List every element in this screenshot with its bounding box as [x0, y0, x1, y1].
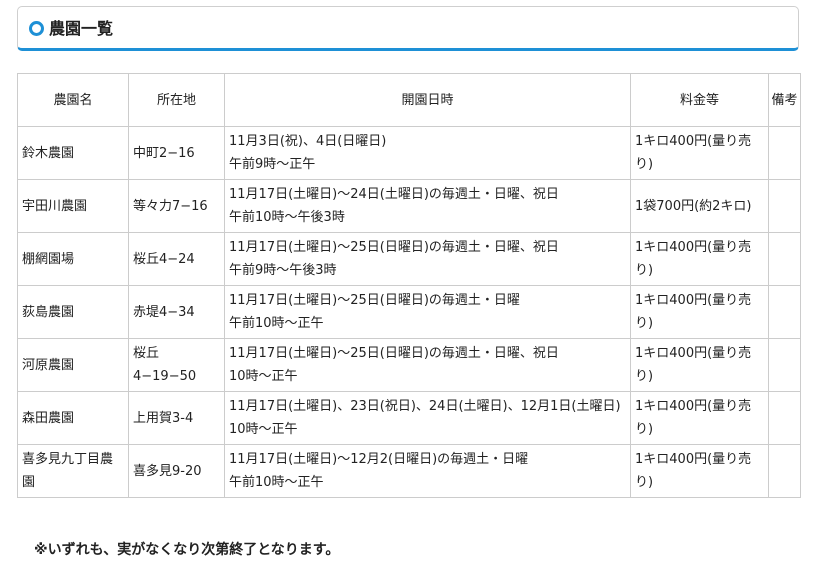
open-dates-text: 11月3日(祝)、4日(日曜日)	[229, 134, 387, 149]
cell-remarks	[768, 338, 801, 392]
cell-fee: 1キロ400円(量り売り)	[630, 338, 769, 392]
cell-open-dates: 11月17日(土曜日)〜24日(土曜日)の毎週土・日曜、祝日 午前10時〜午後3時	[224, 179, 631, 233]
header-location: 所在地	[128, 73, 225, 127]
cell-remarks	[768, 126, 801, 180]
cell-remarks	[768, 179, 801, 233]
cell-location: 桜丘4−24	[128, 232, 225, 286]
cell-fee: 1袋700円(約2キロ)	[630, 179, 769, 233]
cell-location: 等々力7−16	[128, 179, 225, 233]
header-remarks: 備考	[768, 73, 801, 127]
cell-fee: 1キロ400円(量り売り)	[630, 285, 769, 339]
table-row: 森田農園 上用賀3-4 11月17日(土曜日)、23日(祝日)、24日(土曜日)…	[17, 391, 801, 445]
header-fee: 料金等	[630, 73, 769, 127]
open-hours-text: 午前10時〜正午	[229, 316, 324, 331]
cell-remarks	[768, 285, 801, 339]
open-dates-text: 11月17日(土曜日)〜24日(土曜日)の毎週土・日曜、祝日	[229, 187, 559, 202]
open-dates-text: 11月17日(土曜日)〜25日(日曜日)の毎週土・日曜、祝日	[229, 240, 559, 255]
circle-bullet-icon	[29, 21, 44, 36]
table-row: 棚網園場 桜丘4−24 11月17日(土曜日)〜25日(日曜日)の毎週土・日曜、…	[17, 232, 801, 286]
open-hours-text: 午前10時〜午後3時	[229, 210, 345, 225]
cell-location: 中町2−16	[128, 126, 225, 180]
cell-open-dates: 11月17日(土曜日)〜25日(日曜日)の毎週土・日曜 午前10時〜正午	[224, 285, 631, 339]
cell-location: 喜多見9-20	[128, 444, 225, 498]
cell-farm-name: 宇田川農園	[17, 179, 129, 233]
cell-farm-name: 荻島農園	[17, 285, 129, 339]
header-farm-name: 農園名	[17, 73, 129, 127]
cell-fee: 1キロ400円(量り売り)	[630, 444, 769, 498]
open-hours-text: 午前10時〜正午	[229, 475, 324, 490]
cell-location: 上用賀3-4	[128, 391, 225, 445]
section-title: 農園一覧	[49, 19, 114, 38]
open-hours-text: 10時〜正午	[229, 369, 298, 384]
cell-farm-name: 棚網園場	[17, 232, 129, 286]
table-header-row: 農園名 所在地 開園日時 料金等 備考	[17, 73, 801, 127]
cell-open-dates: 11月17日(土曜日)〜12月2(日曜日)の毎週土・日曜 午前10時〜正午	[224, 444, 631, 498]
cell-fee: 1キロ400円(量り売り)	[630, 126, 769, 180]
cell-farm-name: 鈴木農園	[17, 126, 129, 180]
cell-remarks	[768, 444, 801, 498]
table-row: 宇田川農園 等々力7−16 11月17日(土曜日)〜24日(土曜日)の毎週土・日…	[17, 179, 801, 233]
open-hours-text: 午前9時〜正午	[229, 157, 316, 172]
header-open-dates: 開園日時	[224, 73, 631, 127]
cell-remarks	[768, 232, 801, 286]
cell-remarks	[768, 391, 801, 445]
open-dates-text: 11月17日(土曜日)、23日(祝日)、24日(土曜日)、12月1日(土曜日)	[229, 399, 621, 414]
open-hours-text: 午前9時〜午後3時	[229, 263, 337, 278]
open-hours-text: 10時〜正午	[229, 422, 298, 437]
footnote: ※いずれも、実がなくなり次第終了となります。	[34, 542, 340, 558]
cell-farm-name: 喜多見九丁目農園	[17, 444, 129, 498]
cell-open-dates: 11月17日(土曜日)、23日(祝日)、24日(土曜日)、12月1日(土曜日) 1…	[224, 391, 631, 445]
section-heading: 農園一覧	[17, 6, 799, 51]
cell-open-dates: 11月17日(土曜日)〜25日(日曜日)の毎週土・日曜、祝日 10時〜正午	[224, 338, 631, 392]
cell-location: 桜丘4−19−50	[128, 338, 225, 392]
open-dates-text: 11月17日(土曜日)〜25日(日曜日)の毎週土・日曜	[229, 293, 520, 308]
table-row: 荻島農園 赤堤4−34 11月17日(土曜日)〜25日(日曜日)の毎週土・日曜午…	[17, 285, 801, 339]
table-row: 鈴木農園 中町2−16 11月3日(祝)、4日(日曜日) 午前9時〜正午 1キロ4…	[17, 126, 801, 180]
table-row: 喜多見九丁目農園 喜多見9-20 11月17日(土曜日)〜12月2(日曜日)の毎…	[17, 444, 801, 498]
cell-fee: 1キロ400円(量り売り)	[630, 391, 769, 445]
open-dates-text: 11月17日(土曜日)〜25日(日曜日)の毎週土・日曜、祝日	[229, 346, 559, 361]
table-row: 河原農園 桜丘4−19−50 11月17日(土曜日)〜25日(日曜日)の毎週土・…	[17, 338, 801, 392]
cell-farm-name: 森田農園	[17, 391, 129, 445]
open-dates-text: 11月17日(土曜日)〜12月2(日曜日)の毎週土・日曜	[229, 452, 529, 467]
cell-location: 赤堤4−34	[128, 285, 225, 339]
farm-table: 農園名 所在地 開園日時 料金等 備考 鈴木農園 中町2−16 11月3日(祝)…	[17, 73, 801, 498]
cell-open-dates: 11月17日(土曜日)〜25日(日曜日)の毎週土・日曜、祝日 午前9時〜午後3時	[224, 232, 631, 286]
cell-fee: 1キロ400円(量り売り)	[630, 232, 769, 286]
cell-farm-name: 河原農園	[17, 338, 129, 392]
cell-open-dates: 11月3日(祝)、4日(日曜日) 午前9時〜正午	[224, 126, 631, 180]
